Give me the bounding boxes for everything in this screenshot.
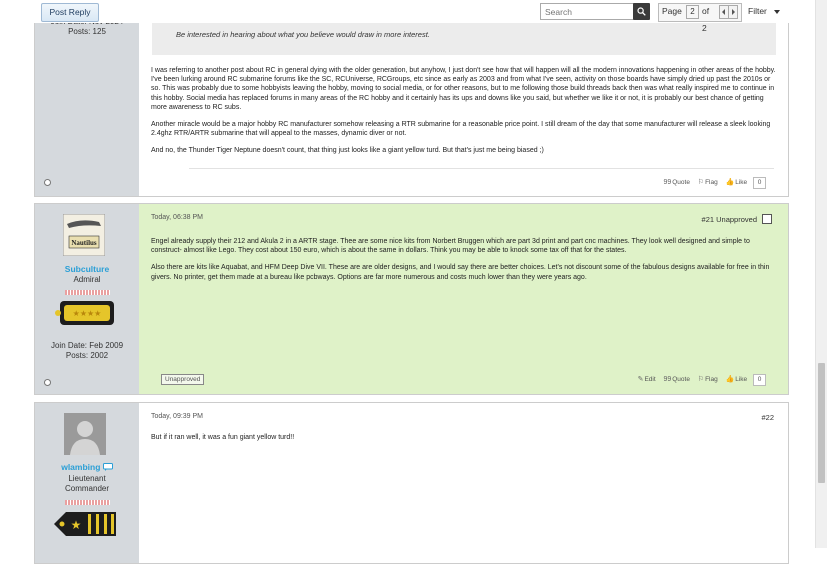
post-1: Join Date: Nov 2024 Posts: 125 Be intere… xyxy=(34,0,789,197)
like-button[interactable]: 👍Like xyxy=(726,374,748,386)
like-count: 0 xyxy=(753,177,766,189)
avatar[interactable]: Nautilus xyxy=(63,214,105,256)
post-author-panel: Nautilus Subculture Admiral ★★★★ Join Da… xyxy=(35,204,139,394)
quote-button[interactable]: 99Quote xyxy=(663,177,690,189)
svg-text:★★★★: ★★★★ xyxy=(73,309,102,318)
join-date: Join Date: Feb 2009 xyxy=(50,341,124,350)
post-text: Engel already supply their 212 and Akula… xyxy=(151,237,777,290)
next-page-button[interactable] xyxy=(728,5,738,19)
search-box xyxy=(540,3,650,20)
post-22: wlambing Lieutenant Commander ★ Today, 0… xyxy=(34,402,789,564)
post-count: Posts: 125 xyxy=(68,27,106,36)
post-paragraph: I was referring to another post about RC… xyxy=(151,67,776,111)
username-link[interactable]: wlambing xyxy=(61,462,100,472)
page-label: Page xyxy=(662,6,682,16)
rank-insignia-icon: ★★★★ xyxy=(55,301,114,325)
quote-icon: 99 xyxy=(663,376,672,383)
post-actions: ✎Edit 99Quote ⚐Flag 👍Like 0 xyxy=(632,374,766,386)
post-reply-button[interactable]: Post Reply xyxy=(41,3,99,22)
post-paragraph: Also there are kits like Aquabat, and HF… xyxy=(151,264,770,281)
post-paragraph: And no, the Thunder Tiger Neptune doesn'… xyxy=(151,147,544,155)
user-rank-line: Lieutenant xyxy=(68,474,106,483)
username[interactable]: Subculture xyxy=(35,264,139,274)
post-body: Today, 09:39 PM #22 But if it ran well, … xyxy=(139,403,788,563)
filter-dropdown[interactable]: Filter xyxy=(748,3,788,20)
reputation-bar xyxy=(65,290,110,295)
post-actions: 99Quote ⚐Flag 👍Like 0 xyxy=(657,177,766,189)
svg-text:★: ★ xyxy=(71,518,82,532)
scrollbar-thumb[interactable] xyxy=(818,363,825,483)
online-status-icon xyxy=(44,179,51,186)
user-rank: Admiral xyxy=(73,275,101,284)
post-text: But if it ran well, it was a fun giant y… xyxy=(151,434,295,441)
select-post-checkbox[interactable] xyxy=(762,214,772,224)
page-total: of 2 xyxy=(702,6,710,33)
quote-button[interactable]: 99Quote xyxy=(663,374,690,386)
unapproved-badge: Unapproved xyxy=(161,374,205,385)
chat-bubble-icon[interactable] xyxy=(102,463,113,471)
divider xyxy=(189,168,774,169)
like-icon: 👍 xyxy=(725,376,735,383)
post-count: Posts: 2002 xyxy=(65,351,109,360)
search-icon xyxy=(637,7,646,16)
like-count: 0 xyxy=(753,374,766,386)
like-icon: 👍 xyxy=(725,179,735,186)
rank-insignia-icon: ★ xyxy=(54,512,116,536)
flag-icon: ⚐ xyxy=(697,179,705,186)
post-paragraph: Another miracle would be a major hobby R… xyxy=(151,121,771,138)
post-21: Nautilus Subculture Admiral ★★★★ Join Da… xyxy=(34,203,789,395)
post-timestamp: Today, 06:38 PM xyxy=(151,214,204,221)
online-status-icon xyxy=(44,379,51,386)
topic-toolbar: Post Reply Page 2 of 2 Filter xyxy=(0,0,815,33)
flag-icon: ⚐ xyxy=(697,376,705,383)
username: wlambing xyxy=(35,462,139,472)
page-number-input[interactable]: 2 xyxy=(686,5,699,19)
post-author-panel: wlambing Lieutenant Commander ★ xyxy=(35,403,139,563)
user-rank-line: Commander xyxy=(64,484,109,493)
like-button[interactable]: 👍Like xyxy=(726,177,748,189)
page-scrollbar[interactable] xyxy=(815,0,827,548)
post-author-panel: Join Date: Nov 2024 Posts: 125 xyxy=(35,0,139,196)
post-body: Today, 06:38 PM #21 Unapproved Engel alr… xyxy=(139,204,788,394)
search-button[interactable] xyxy=(633,3,650,20)
post-text: I was referring to another post about RC… xyxy=(151,66,777,164)
svg-text:Nautilus: Nautilus xyxy=(71,239,97,247)
post-number: #21 Unapproved xyxy=(702,214,772,224)
flag-button[interactable]: ⚐Flag xyxy=(698,374,718,386)
user-rank: Lieutenant Commander xyxy=(35,474,139,494)
post-paragraph: Engel already supply their 212 and Akula… xyxy=(151,238,750,255)
reputation-bar xyxy=(65,500,110,505)
post-timestamp: Today, 09:39 PM xyxy=(151,413,204,420)
avatar-placeholder-icon[interactable] xyxy=(64,413,106,455)
flag-button[interactable]: ⚐Flag xyxy=(698,177,718,189)
search-input[interactable] xyxy=(540,3,634,20)
post-number: #22 xyxy=(761,413,774,422)
quote-text: Be interested in hearing about what you … xyxy=(176,30,430,39)
quote-icon: 99 xyxy=(663,179,672,186)
edit-button[interactable]: ✎Edit xyxy=(638,374,656,386)
post-body: Be interested in hearing about what you … xyxy=(139,0,788,196)
edit-icon: ✎ xyxy=(637,376,644,383)
